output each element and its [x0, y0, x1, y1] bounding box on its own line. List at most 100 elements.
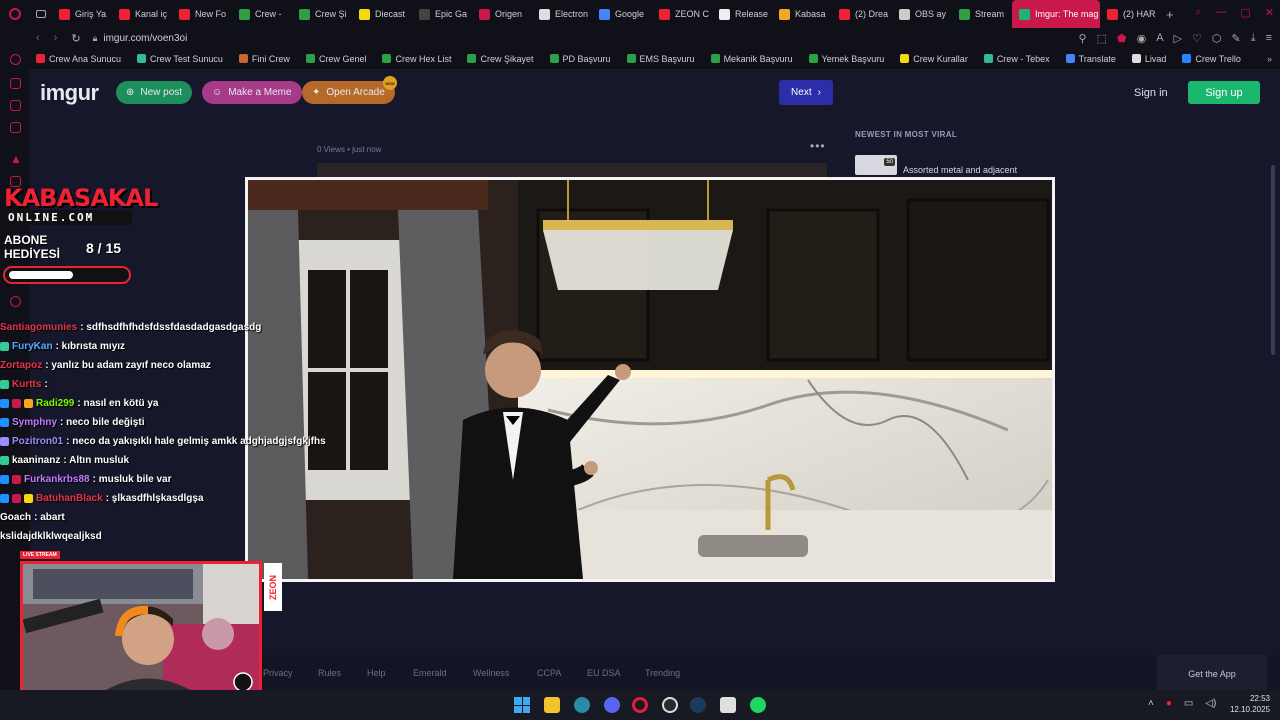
footer-help[interactable]: Help: [367, 668, 386, 678]
sign-up-button[interactable]: Sign up: [1188, 81, 1260, 104]
heart-icon[interactable]: ♡: [1192, 32, 1202, 45]
close-icon[interactable]: ✕: [1265, 6, 1274, 19]
bookmark-item[interactable]: Crew Hex List: [382, 54, 451, 64]
imgur-logo[interactable]: imgur: [40, 80, 99, 106]
next-button[interactable]: Next ›: [779, 80, 833, 105]
game-icon[interactable]: [720, 697, 736, 713]
tray-expand-icon[interactable]: ˄: [1148, 698, 1154, 709]
footer-ccpa[interactable]: CCPA: [537, 668, 561, 678]
footer-wellness[interactable]: Wellness: [473, 668, 509, 678]
sidebar-instagram-icon[interactable]: [10, 122, 21, 133]
forward-icon[interactable]: ›: [54, 32, 58, 45]
bookmark-item[interactable]: Mekanik Başvuru: [710, 54, 793, 64]
spotify-icon[interactable]: [750, 697, 766, 713]
vpn-icon[interactable]: ⬟: [1117, 32, 1127, 45]
sign-in-link[interactable]: Sign in: [1134, 87, 1168, 99]
browser-tab[interactable]: Crew Şi: [292, 0, 352, 28]
footer-rules[interactable]: Rules: [318, 668, 341, 678]
footer-privacy[interactable]: Privacy: [263, 668, 293, 678]
bookmark-item[interactable]: Crew Trello: [1182, 54, 1241, 64]
chat-text: : şlkasdfhlşkasdlgşa: [105, 493, 204, 504]
extensions-icon[interactable]: ⬡: [1212, 32, 1222, 45]
wallet-icon[interactable]: ✎: [1231, 32, 1240, 45]
bookmark-item[interactable]: Yemek Başvuru: [808, 54, 884, 64]
browser-tab[interactable]: Diecast: [352, 0, 412, 28]
browser-tab[interactable]: OBS ay: [892, 0, 952, 28]
browser-tab[interactable]: Electron: [532, 0, 592, 28]
download-icon[interactable]: ⤓: [1251, 32, 1256, 45]
chat-username: Symphny: [12, 417, 58, 428]
browser-tab[interactable]: (2) HAR: [1100, 0, 1160, 28]
bookmark-item[interactable]: Crew Test Sunucu: [137, 54, 223, 64]
player-icon[interactable]: ▷: [1174, 32, 1182, 45]
clock-time: 22:53: [1249, 694, 1270, 703]
get-app-button[interactable]: Get the App: [1157, 655, 1267, 693]
browser-tab[interactable]: Kabasa: [772, 0, 832, 28]
bookmark-item[interactable]: Crew Genel: [305, 54, 366, 64]
network-icon[interactable]: ▭: [1184, 698, 1193, 709]
footer-eu-dsa[interactable]: EU DSA: [587, 668, 621, 678]
new-tab-button[interactable]: +: [1166, 7, 1174, 22]
post-more-icon[interactable]: •••: [810, 139, 826, 153]
sidebar-settings-icon[interactable]: [10, 296, 21, 307]
url-field[interactable]: 🔒︎ imgur.com/voen3oi: [93, 33, 188, 44]
maximize-icon[interactable]: ▢: [1240, 6, 1250, 19]
tab-favicon-icon: [539, 8, 550, 20]
page-scrollbar[interactable]: [1271, 165, 1275, 355]
sidebar-messenger-icon[interactable]: [10, 100, 21, 111]
menu-icon[interactable]: ≡: [1266, 32, 1272, 45]
browser-tab[interactable]: (2) Drea: [832, 0, 892, 28]
translate-icon[interactable]: A: [1156, 32, 1163, 45]
open-arcade-button[interactable]: ✦ Open Arcade: [302, 81, 395, 104]
bookmark-item[interactable]: Crew Şikayet: [467, 54, 534, 64]
brand-title: KABASAKAL: [4, 184, 158, 212]
snapshot-icon[interactable]: ⬚: [1097, 32, 1107, 45]
new-post-button[interactable]: ⊕ New post: [116, 81, 193, 104]
bookmarks-overflow-icon[interactable]: »: [1267, 54, 1272, 64]
pin-icon[interactable]: ⚲: [1079, 32, 1087, 45]
bookmark-item[interactable]: Translate: [1065, 54, 1116, 64]
clock[interactable]: 22:53 12.10.2025: [1230, 693, 1270, 715]
bookmark-item[interactable]: Livad: [1131, 54, 1166, 64]
browser-tab[interactable]: Kanal iç: [112, 0, 172, 28]
bookmark-item[interactable]: EMS Başvuru: [626, 54, 695, 64]
microphone-icon[interactable]: ●: [1166, 698, 1172, 709]
footer-trending[interactable]: Trending: [645, 668, 680, 678]
browser-tab[interactable]: Release: [712, 0, 772, 28]
volume-icon[interactable]: ◁): [1205, 698, 1216, 709]
start-icon[interactable]: [514, 697, 530, 713]
app-icon[interactable]: [574, 697, 590, 713]
opera-icon[interactable]: [632, 697, 648, 713]
camera-icon[interactable]: ◉: [1137, 32, 1147, 45]
browser-tab[interactable]: Giriş Ya: [52, 0, 112, 28]
bookmark-item[interactable]: Fini Crew: [238, 54, 290, 64]
sidebar-speed-dial-icon[interactable]: [10, 54, 21, 65]
file-explorer-icon[interactable]: [544, 697, 560, 713]
viral-item[interactable]: 50 Assorted metal and adjacent: [855, 155, 1050, 175]
browser-tab[interactable]: ZEON C: [652, 0, 712, 28]
bookmark-item[interactable]: Crew Kurallar: [900, 54, 968, 64]
steam-icon[interactable]: [690, 697, 706, 713]
search-tabs-icon[interactable]: ⌕: [1195, 6, 1201, 19]
bookmark-item[interactable]: Crew - Tebex: [983, 54, 1050, 64]
minimize-icon[interactable]: —: [1215, 6, 1226, 19]
bookmark-item[interactable]: PD Başvuru: [549, 54, 611, 64]
browser-tab[interactable]: Google: [592, 0, 652, 28]
tab-overview-icon[interactable]: [30, 0, 52, 28]
browser-tab[interactable]: Epic Ga: [412, 0, 472, 28]
browser-tab[interactable]: Crew -: [232, 0, 292, 28]
browser-tab[interactable]: New Fo: [172, 0, 232, 28]
browser-tab[interactable]: Imgur: The mag: [1012, 0, 1100, 28]
browser-tab[interactable]: Origen: [472, 0, 532, 28]
reload-icon[interactable]: ↻: [71, 32, 80, 45]
sidebar-aria-icon[interactable]: [10, 78, 21, 89]
browser-tab[interactable]: Stream: [952, 0, 1012, 28]
opera-menu-icon[interactable]: [0, 0, 30, 28]
bookmark-item[interactable]: Crew Ana Sunucu: [36, 54, 121, 64]
make-meme-button[interactable]: ☺ Make a Meme: [202, 81, 302, 104]
back-icon[interactable]: ‹: [36, 32, 40, 45]
obs-icon[interactable]: [662, 697, 678, 713]
footer-emerald[interactable]: Emerald: [413, 668, 447, 678]
discord-icon[interactable]: [604, 697, 620, 713]
sidebar-arrow-icon[interactable]: ▲: [10, 152, 22, 166]
